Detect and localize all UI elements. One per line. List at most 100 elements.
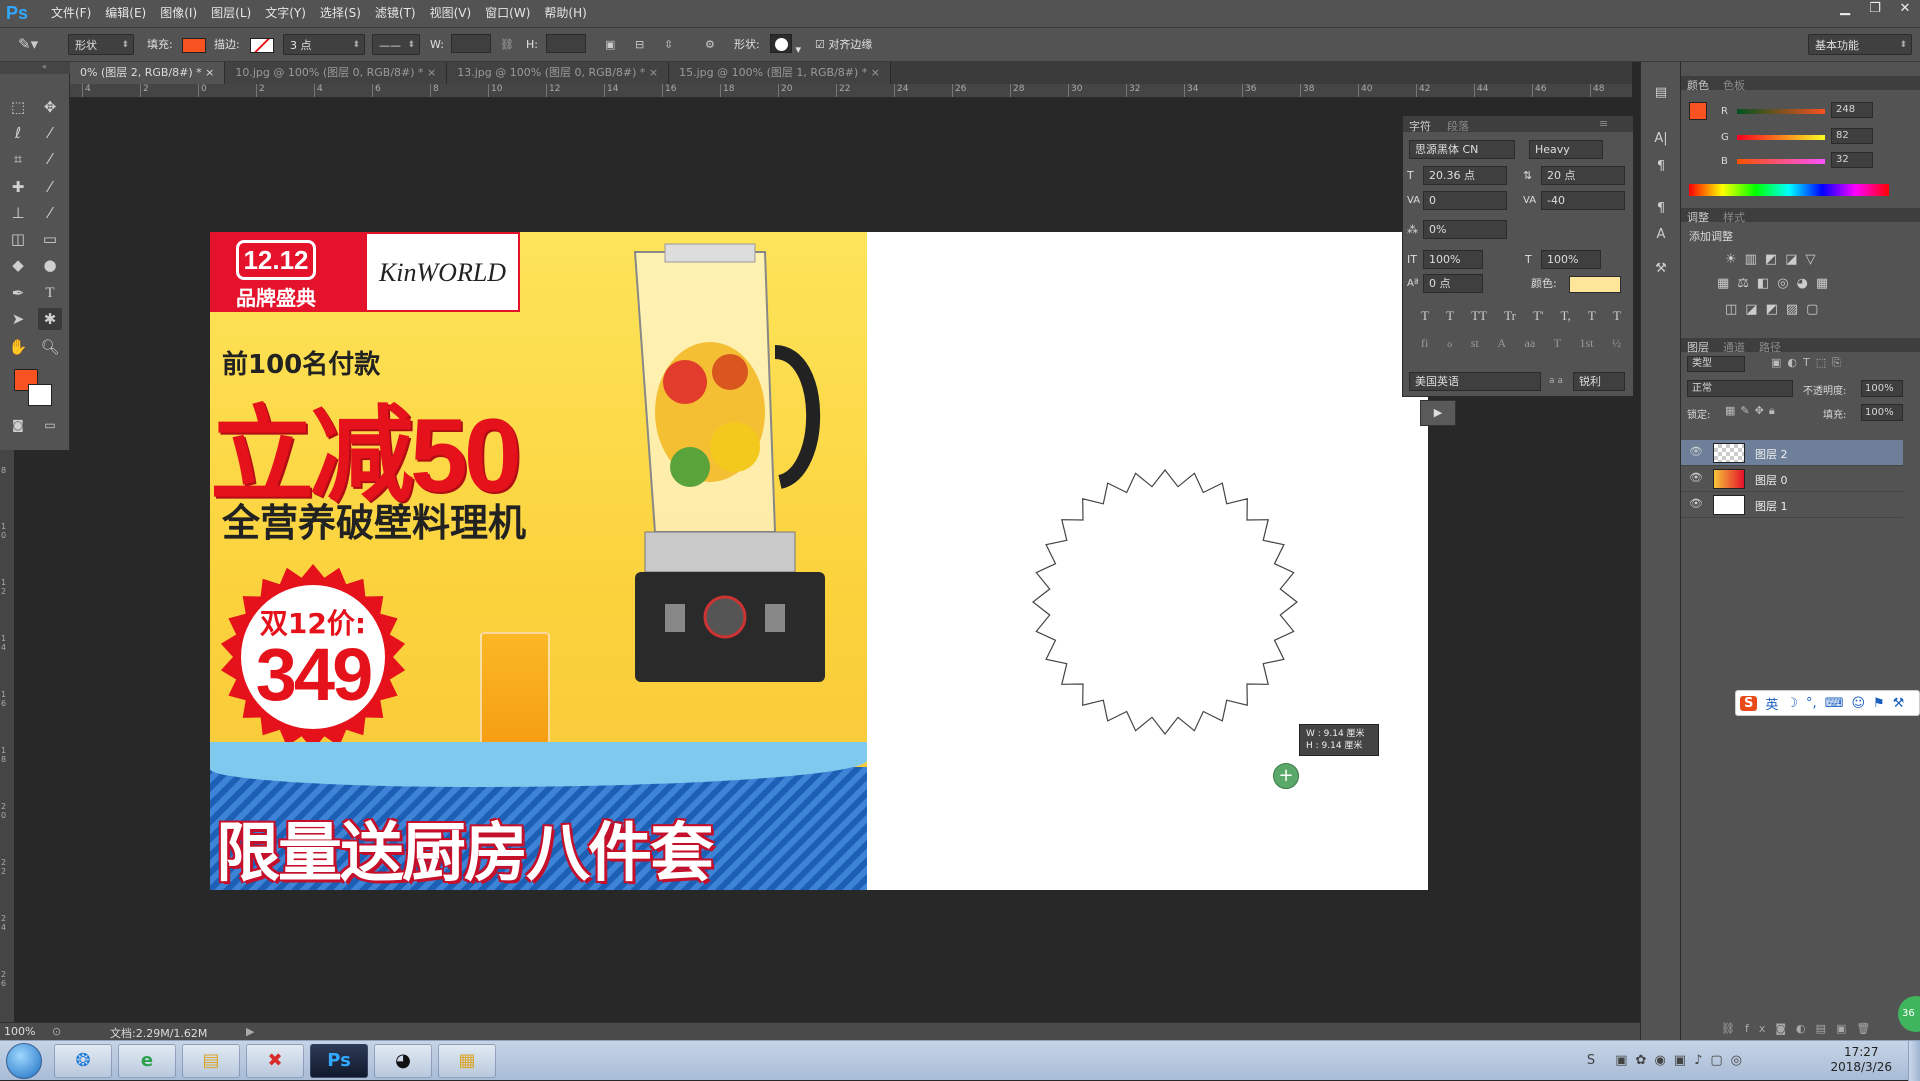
- kerning-input[interactable]: 0: [1423, 191, 1507, 210]
- adjustment-icons-row3[interactable]: ◫◪◩▨▢: [1725, 302, 1826, 317]
- r-input[interactable]: 248: [1831, 102, 1873, 118]
- close-icon[interactable]: ✕: [1890, 0, 1920, 18]
- tab-character[interactable]: 字符: [1409, 118, 1431, 134]
- path-arrangement-icon[interactable]: ⇳: [664, 34, 673, 55]
- ime-language[interactable]: 英: [1765, 694, 1778, 713]
- layer-row[interactable]: 👁︎ 图层 0: [1681, 466, 1903, 492]
- opentype-button[interactable]: aa: [1525, 336, 1536, 351]
- type-style-button[interactable]: T: [1613, 308, 1621, 324]
- close-tab-icon[interactable]: ×: [867, 66, 880, 79]
- path-alignment-icon[interactable]: ⊟: [635, 34, 644, 55]
- fill-swatch[interactable]: [182, 34, 206, 55]
- wrench-icon[interactable]: ⚒: [1893, 696, 1905, 711]
- tool-presets-icon[interactable]: ⚒: [1649, 258, 1673, 280]
- menu-item[interactable]: 视图(V): [423, 0, 479, 27]
- crop-tool-icon[interactable]: ⌗: [6, 148, 30, 170]
- para-style-icon[interactable]: A: [1649, 224, 1673, 246]
- r-slider[interactable]: [1737, 109, 1825, 114]
- menu-item[interactable]: 编辑(E): [98, 0, 153, 27]
- type-style-button[interactable]: T,: [1561, 308, 1571, 324]
- gear-icon[interactable]: ⚙: [705, 34, 715, 55]
- blur-tool-icon[interactable]: ◆: [6, 254, 30, 276]
- punctuation-icon[interactable]: °,: [1806, 696, 1817, 711]
- type-style-button[interactable]: Tr: [1504, 308, 1516, 324]
- opacity-input[interactable]: 100%: [1861, 380, 1903, 397]
- width-input[interactable]: [451, 34, 491, 53]
- zoom-tool-icon[interactable]: 🔍︎: [38, 336, 62, 358]
- antialias-select[interactable]: 锐利: [1573, 372, 1625, 391]
- type-style-button[interactable]: T': [1533, 308, 1543, 324]
- shape-picker[interactable]: ▾: [770, 34, 801, 56]
- visibility-eye-icon[interactable]: 👁︎: [1689, 471, 1703, 484]
- taskbar-baidu-icon[interactable]: ❂: [54, 1044, 112, 1078]
- layer-row[interactable]: 👁︎ 图层 2: [1681, 440, 1903, 466]
- panel-menu-icon[interactable]: ≡: [1599, 117, 1608, 130]
- layer-row[interactable]: 👁︎ 图层 1: [1681, 492, 1903, 518]
- close-tab-icon[interactable]: ×: [424, 66, 436, 79]
- visibility-eye-icon[interactable]: 👁︎: [1689, 497, 1703, 510]
- tab-color[interactable]: 颜色: [1687, 77, 1709, 93]
- tab-swatches[interactable]: 色板: [1723, 77, 1745, 93]
- sogou-icon[interactable]: S: [1740, 695, 1758, 711]
- toolbar-collapse-icon[interactable]: «: [0, 62, 70, 74]
- menu-item[interactable]: 窗口(W): [478, 0, 537, 27]
- font-family-select[interactable]: 思源黑体 CN: [1409, 140, 1515, 159]
- align-edges-checkbox[interactable]: ☑ 对齐边缘: [815, 34, 872, 55]
- tsume-input[interactable]: 0%: [1423, 220, 1507, 239]
- menu-item[interactable]: 图层(L): [204, 0, 258, 27]
- g-slider[interactable]: [1737, 135, 1825, 140]
- tab-channels[interactable]: 通道: [1723, 339, 1745, 355]
- color-panel-foreground[interactable]: [1689, 102, 1707, 120]
- b-slider[interactable]: [1737, 159, 1825, 164]
- eraser-tool-icon[interactable]: ◫: [6, 228, 30, 250]
- horizontal-scale-input[interactable]: 100%: [1541, 250, 1601, 269]
- start-button[interactable]: [6, 1043, 42, 1079]
- shirt-icon[interactable]: ⚑: [1873, 696, 1885, 711]
- moon-icon[interactable]: ☽: [1786, 696, 1798, 711]
- opentype-button[interactable]: T: [1554, 336, 1561, 351]
- custom-shape-tool-icon[interactable]: ✱: [38, 308, 62, 330]
- blend-mode-select[interactable]: 正常: [1687, 380, 1793, 397]
- paragraph-panel-icon[interactable]: ¶: [1649, 156, 1673, 178]
- menu-item[interactable]: 滤镜(T): [368, 0, 423, 27]
- starburst-shape-path[interactable]: [1025, 462, 1305, 742]
- document-tab[interactable]: 15.jpg @ 100% (图层 1, RGB/8#) * ×: [669, 62, 891, 84]
- font-size-input[interactable]: 20.36 点: [1423, 166, 1507, 185]
- height-input[interactable]: [546, 34, 586, 53]
- status-arrow-icon[interactable]: ▶: [246, 1025, 254, 1038]
- tab-adjustments[interactable]: 调整: [1687, 209, 1709, 225]
- text-color-swatch[interactable]: [1569, 276, 1621, 293]
- minimize-icon[interactable]: ▁: [1830, 0, 1860, 18]
- lock-icons[interactable]: ▦✎✥🔒︎: [1725, 404, 1780, 418]
- tab-styles[interactable]: 样式: [1723, 209, 1745, 225]
- clock[interactable]: 17:27 2018/3/26: [1830, 1045, 1892, 1075]
- gradient-tool-icon[interactable]: ▭: [38, 228, 62, 250]
- stroke-swatch[interactable]: [250, 34, 274, 55]
- tab-layers[interactable]: 图层: [1687, 339, 1709, 355]
- language-select[interactable]: 美国英语: [1409, 372, 1541, 391]
- path-operations-icon[interactable]: ▣: [605, 34, 615, 55]
- mode-select[interactable]: 形状: [68, 34, 134, 56]
- marquee-tool-icon[interactable]: ⬚: [6, 96, 30, 118]
- opentype-button[interactable]: ½: [1612, 336, 1621, 351]
- tracking-input[interactable]: -40: [1541, 191, 1625, 210]
- document-tab[interactable]: 0% (图层 2, RGB/8#) * ×: [70, 62, 226, 84]
- history-brush-tool-icon[interactable]: ⁄: [38, 202, 62, 224]
- lasso-tool-icon[interactable]: ℓ: [6, 122, 30, 144]
- vertical-scale-input[interactable]: 100%: [1423, 250, 1483, 269]
- taskbar-qq-icon[interactable]: ◕: [374, 1044, 432, 1078]
- layer-filter-select[interactable]: 类型: [1687, 356, 1745, 372]
- history-panel-icon[interactable]: ▤: [1649, 82, 1673, 104]
- status-info-icon[interactable]: ⊙: [52, 1025, 61, 1038]
- stamp-tool-icon[interactable]: ⊥: [6, 202, 30, 224]
- tab-paragraph[interactable]: 段落: [1447, 118, 1469, 134]
- workspace-select[interactable]: 基本功能: [1808, 34, 1912, 56]
- type-style-button[interactable]: TT: [1471, 308, 1487, 324]
- close-tab-icon[interactable]: ×: [202, 66, 214, 79]
- close-tab-icon[interactable]: ×: [645, 66, 658, 79]
- taskbar-notepad-icon[interactable]: ▦: [438, 1044, 496, 1078]
- baseline-input[interactable]: 0 点: [1423, 274, 1483, 293]
- hand-tool-icon[interactable]: ✋: [6, 336, 30, 358]
- stroke-type-select[interactable]: ——: [372, 34, 420, 56]
- leading-input[interactable]: 20 点: [1541, 166, 1625, 185]
